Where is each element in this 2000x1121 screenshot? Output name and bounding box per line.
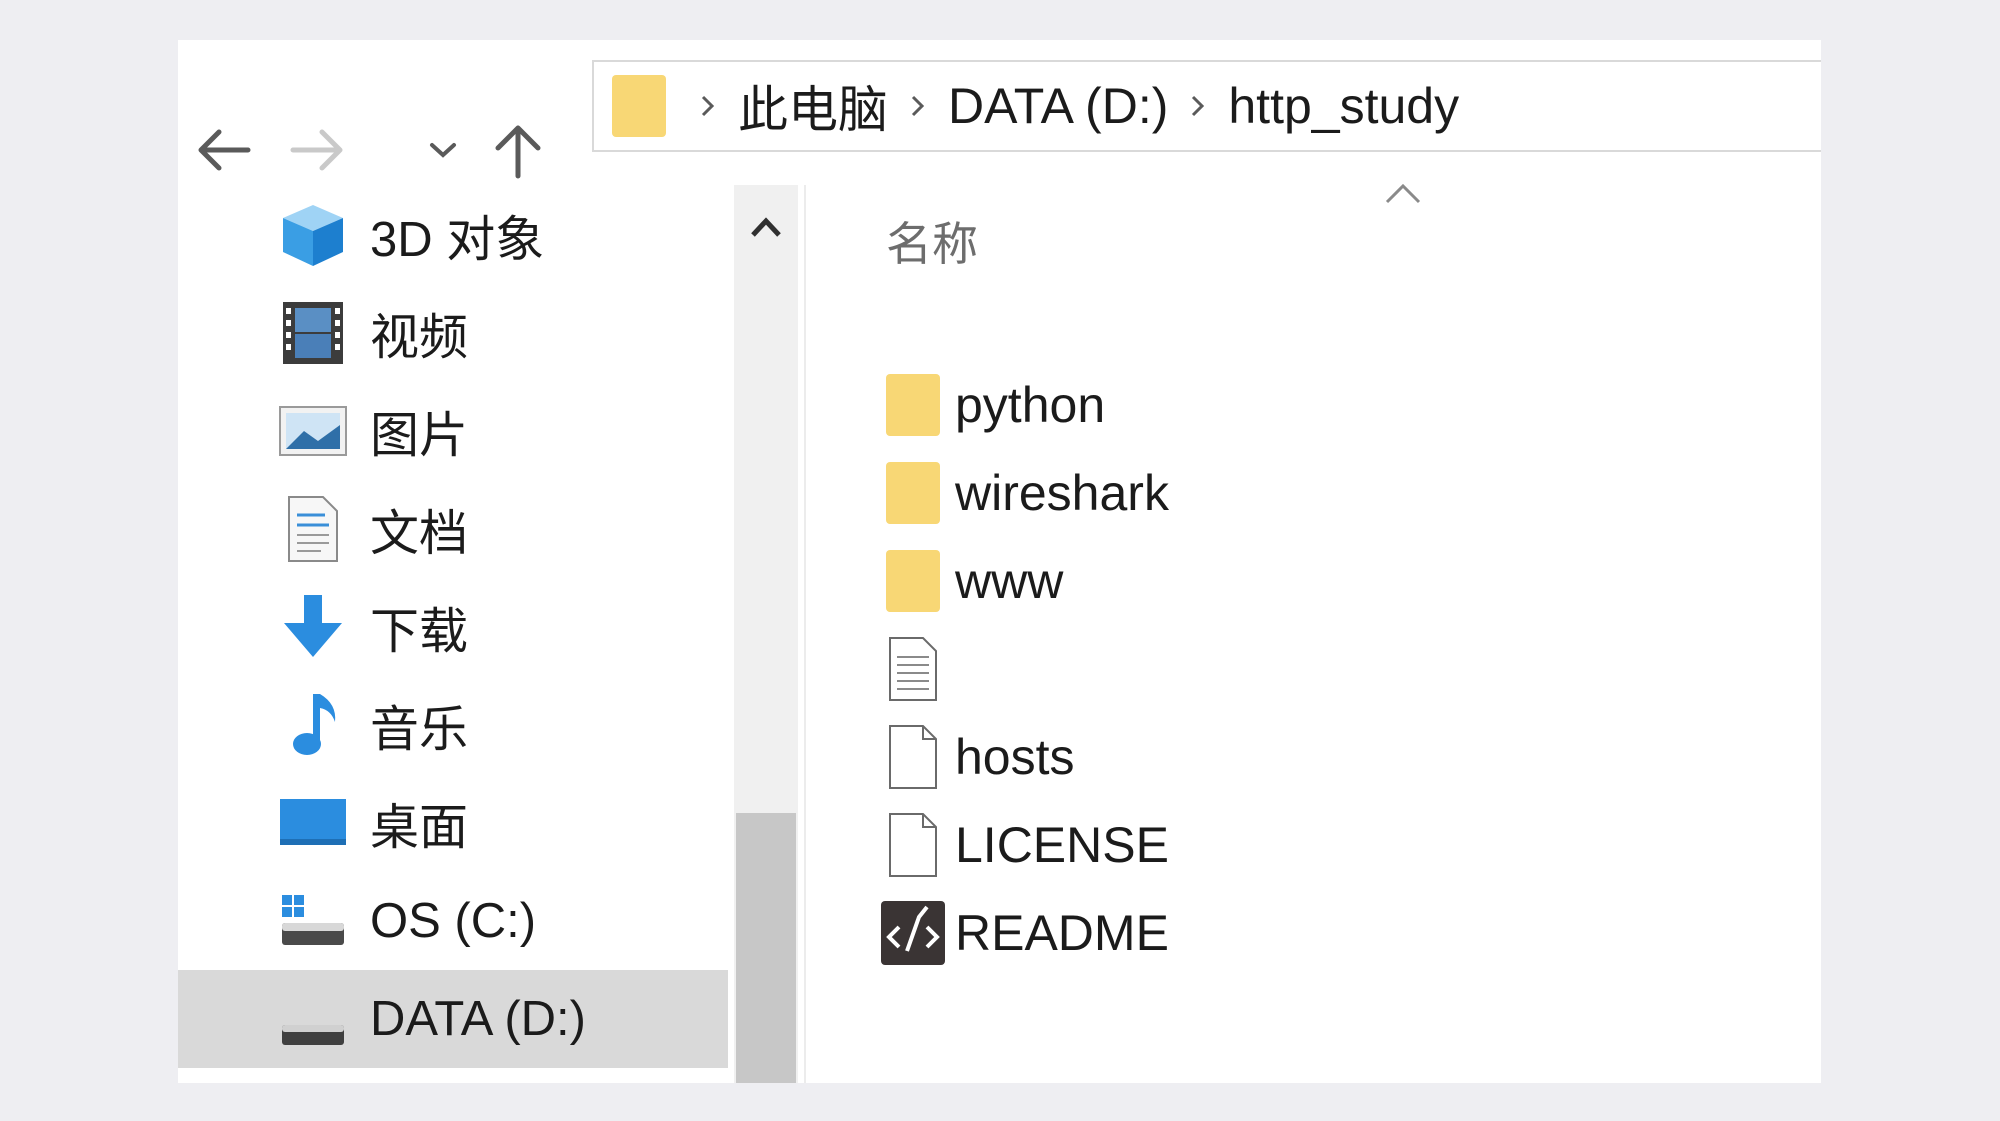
nav-item-pictures[interactable]: 图片 [178,382,728,480]
nav-item-os-c[interactable]: OS (C:) [178,872,728,970]
pictures-icon [278,396,348,466]
nav-item-label: OS (C:) [370,894,537,948]
file-name: www [955,553,1064,609]
file-name: hosts [955,729,1075,785]
nav-item-label: 下载 [370,604,469,659]
file-icon [878,810,948,880]
desktop-icon [278,788,348,858]
scrollbar-thumb[interactable] [736,813,796,1083]
chevron-up-icon [751,217,781,237]
folder-icon [878,546,948,616]
nav-item-desktop[interactable]: 桌面 [178,774,728,872]
documents-icon [278,494,348,564]
nav-item-label: 3D 对象 [370,212,545,267]
breadcrumb-separator[interactable] [888,94,948,118]
arrow-left-icon [198,129,251,171]
nav-item-label: DATA (D:) [370,992,586,1046]
pane-divider[interactable] [804,185,806,1083]
download-icon [278,592,348,662]
arrow-right-icon [290,129,343,171]
nav-item-3d-objects[interactable]: 3D 对象 [178,186,728,284]
address-bar[interactable]: 此电脑 DATA (D:) http_study [592,60,1821,152]
file-icon [878,722,948,792]
nav-item-label: 文档 [370,506,469,561]
nav-item-label: 音乐 [370,702,469,757]
list-item[interactable]: hosts [878,717,1678,797]
nav-item-label: 视频 [370,310,469,365]
folder-icon [878,370,948,440]
list-item[interactable]: wireshark [878,453,1678,533]
nav-item-label: 桌面 [370,800,469,855]
video-icon [278,298,348,368]
file-name: python [955,377,1106,433]
breadcrumb-separator[interactable] [678,94,738,118]
list-item[interactable] [878,629,1678,709]
drive-icon [278,984,348,1054]
music-icon [278,690,348,760]
breadcrumb-http-study[interactable]: http_study [1228,77,1459,135]
file-name: wireshark [955,465,1169,521]
chevron-right-icon [701,95,715,117]
list-item[interactable]: LICENSE [878,805,1678,885]
column-header-name[interactable]: 名称 [886,208,978,274]
sort-ascending-icon [1383,180,1423,211]
3d-objects-icon [278,200,348,270]
arrow-up-icon [495,125,541,179]
nav-item-music[interactable]: 音乐 [178,676,728,774]
file-explorer-window: 此电脑 DATA (D:) http_study 3D 对象 视频 图片 文档 … [178,40,1821,1083]
breadcrumb-data-drive[interactable]: DATA (D:) [948,77,1168,135]
system-drive-icon [278,886,348,956]
folder-icon [878,458,948,528]
scroll-up-button[interactable] [734,215,798,255]
chevron-right-icon [911,95,925,117]
nav-item-downloads[interactable]: 下载 [178,578,728,676]
nav-item-data-d[interactable]: DATA (D:) [178,970,728,1068]
nav-item-label: 图片 [370,408,469,463]
chevron-right-icon [1192,95,1205,117]
list-item[interactable]: python [878,365,1678,445]
chevron-down-icon [430,143,456,158]
breadcrumb-separator[interactable] [1168,94,1228,118]
file-name: README [955,905,1169,961]
markdown-file-icon [878,898,948,968]
nav-pane-scrollbar[interactable] [734,185,798,1083]
list-item[interactable]: README [878,893,1678,973]
text-file-icon [878,634,948,704]
list-item[interactable]: www [878,541,1678,621]
nav-item-documents[interactable]: 文档 [178,480,728,578]
folder-icon [612,75,666,137]
nav-item-video[interactable]: 视频 [178,284,728,382]
file-name: LICENSE [955,817,1169,873]
breadcrumb-this-pc[interactable]: 此电脑 [738,70,888,142]
